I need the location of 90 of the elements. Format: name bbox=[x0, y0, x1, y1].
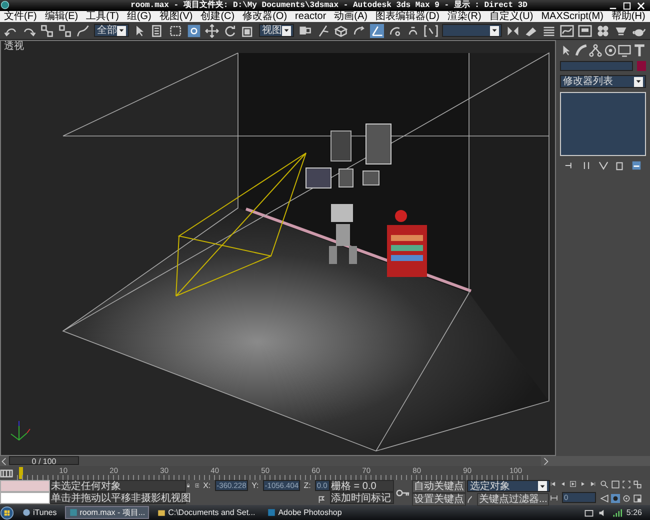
menu-item[interactable]: reactor bbox=[295, 11, 326, 22]
signal-bars-icon[interactable] bbox=[612, 508, 622, 518]
auto-key-button[interactable]: 自动关键点 bbox=[412, 480, 466, 493]
menu-item[interactable]: 编辑(E) bbox=[44, 11, 78, 22]
motion-icon[interactable] bbox=[604, 44, 617, 57]
clock: 5:26 bbox=[626, 506, 643, 518]
zoom-extents-all-icon[interactable] bbox=[633, 480, 642, 489]
curve-icon[interactable] bbox=[574, 44, 588, 57]
maximize-icon[interactable] bbox=[622, 0, 632, 10]
rotate-icon[interactable] bbox=[223, 24, 237, 38]
next-frame-icon[interactable] bbox=[580, 480, 586, 488]
curve-editor-icon[interactable] bbox=[560, 24, 574, 38]
app-window-icon bbox=[68, 508, 78, 517]
close-icon[interactable] bbox=[636, 0, 646, 10]
folder-icon bbox=[157, 508, 166, 517]
grid-spacing-label: 栅格 = 0.0 bbox=[330, 480, 394, 492]
set-key-button[interactable]: 设置关键点 bbox=[412, 493, 466, 506]
window-crossing-icon[interactable] bbox=[187, 24, 201, 38]
caret-icon bbox=[635, 78, 642, 85]
maxscript-listener-field[interactable] bbox=[0, 480, 50, 492]
key-mode-dropdown[interactable]: 选定对象 bbox=[467, 480, 550, 492]
selection-status: 未选定任何对象 bbox=[50, 480, 186, 492]
selection-filter-dropdown[interactable]: 全部 bbox=[94, 24, 129, 37]
object-color-swatch[interactable] bbox=[637, 61, 646, 71]
taskbar-button[interactable]: iTunes bbox=[18, 506, 61, 519]
viewport[interactable]: 透视 bbox=[0, 40, 556, 456]
display-icon[interactable] bbox=[618, 44, 632, 57]
menu-item[interactable]: 动画(A) bbox=[334, 11, 368, 22]
frame-marker[interactable] bbox=[19, 467, 23, 479]
menu-item[interactable]: 创建(C) bbox=[200, 11, 235, 22]
zoom-icon[interactable] bbox=[600, 480, 609, 489]
axis-tripod-icon bbox=[10, 420, 30, 441]
caret-icon bbox=[491, 27, 498, 34]
menu-item[interactable]: 组(G) bbox=[126, 11, 152, 22]
zoom-all-icon[interactable] bbox=[611, 480, 620, 489]
play-icon[interactable] bbox=[570, 480, 576, 488]
axis-label: Y: bbox=[252, 480, 259, 491]
disc-icon bbox=[22, 508, 31, 517]
previous-frame-icon[interactable] bbox=[560, 480, 566, 488]
time-slider-track[interactable]: 0 / 100 bbox=[9, 456, 541, 466]
reference-coordinate-dropdown[interactable]: 视图 bbox=[259, 24, 294, 37]
field-of-view-icon[interactable] bbox=[600, 494, 609, 502]
window-title: room.max - 项目文件夹: D:\My Documents\3dsmax - Autodesk 3ds Max 9 - 显示 : Direct 3D bbox=[130, 0, 528, 11]
go-to-end-icon[interactable] bbox=[590, 480, 596, 488]
axis-label: Z: bbox=[304, 480, 311, 491]
menu-item[interactable]: 工具(T) bbox=[86, 11, 119, 22]
angle-snap-icon[interactable] bbox=[370, 24, 384, 38]
lock-icon[interactable] bbox=[186, 481, 191, 490]
caret-icon bbox=[539, 482, 546, 490]
orbit-icon[interactable] bbox=[622, 494, 631, 502]
chevron-right-icon[interactable] bbox=[541, 456, 550, 466]
app-window-icon bbox=[267, 508, 276, 517]
modifier-stack-list[interactable] bbox=[560, 92, 646, 156]
menu-item[interactable]: 图表编辑器(D) bbox=[376, 11, 440, 22]
hierarchy-icon[interactable] bbox=[589, 44, 602, 57]
unlink-icon[interactable] bbox=[58, 24, 72, 38]
menu-item[interactable]: 自定义(U) bbox=[489, 11, 534, 22]
modifier-list-dropdown[interactable]: 修改器列表 bbox=[560, 75, 646, 88]
rectangle-select-icon[interactable] bbox=[169, 24, 183, 38]
viewport-label[interactable]: 透视 bbox=[1, 41, 555, 52]
menu-item[interactable]: 修改器(O) bbox=[242, 11, 288, 22]
menu-item[interactable]: 视图(V) bbox=[159, 11, 193, 22]
zoom-extents-icon[interactable] bbox=[622, 480, 631, 489]
snap-icon[interactable] bbox=[352, 24, 366, 38]
move-icon[interactable] bbox=[205, 24, 219, 38]
caret-icon bbox=[283, 27, 290, 34]
time-tag-label[interactable]: 添加时间标记 bbox=[330, 492, 394, 504]
go-to-start-icon[interactable] bbox=[550, 480, 556, 488]
axis-label: X: bbox=[203, 480, 211, 491]
named-selection-dropdown[interactable] bbox=[442, 24, 502, 37]
material-editor-icon[interactable] bbox=[596, 24, 610, 38]
pan-icon[interactable] bbox=[611, 494, 620, 502]
menu-item[interactable]: MAXScript(M) bbox=[541, 11, 604, 22]
taskbar-button[interactable]: room.max - 项目... bbox=[64, 506, 150, 519]
key-filters-button[interactable]: 关键点过滤器... bbox=[477, 493, 550, 506]
menu-item[interactable]: 帮助(H) bbox=[611, 11, 646, 22]
caret-icon bbox=[118, 27, 125, 34]
app-logo-icon bbox=[0, 0, 10, 10]
taskbar-button[interactable]: C:\Documents and Set... bbox=[153, 506, 260, 519]
menu-item[interactable]: 文件(F) bbox=[4, 11, 37, 22]
taskbar-button[interactable]: Adobe Photoshop bbox=[263, 506, 346, 519]
time-slider-thumb[interactable]: 0 / 100 bbox=[9, 456, 79, 465]
fork-icon[interactable] bbox=[598, 160, 608, 171]
maxscript-input-field[interactable] bbox=[0, 492, 50, 504]
start-orb-icon[interactable] bbox=[0, 506, 14, 520]
utilities-icon[interactable] bbox=[632, 44, 646, 57]
menu-item[interactable]: 渲染(R) bbox=[447, 11, 482, 22]
chevron-left-icon[interactable] bbox=[0, 456, 9, 466]
link-icon[interactable] bbox=[40, 24, 54, 38]
object-name-field[interactable] bbox=[560, 61, 633, 71]
